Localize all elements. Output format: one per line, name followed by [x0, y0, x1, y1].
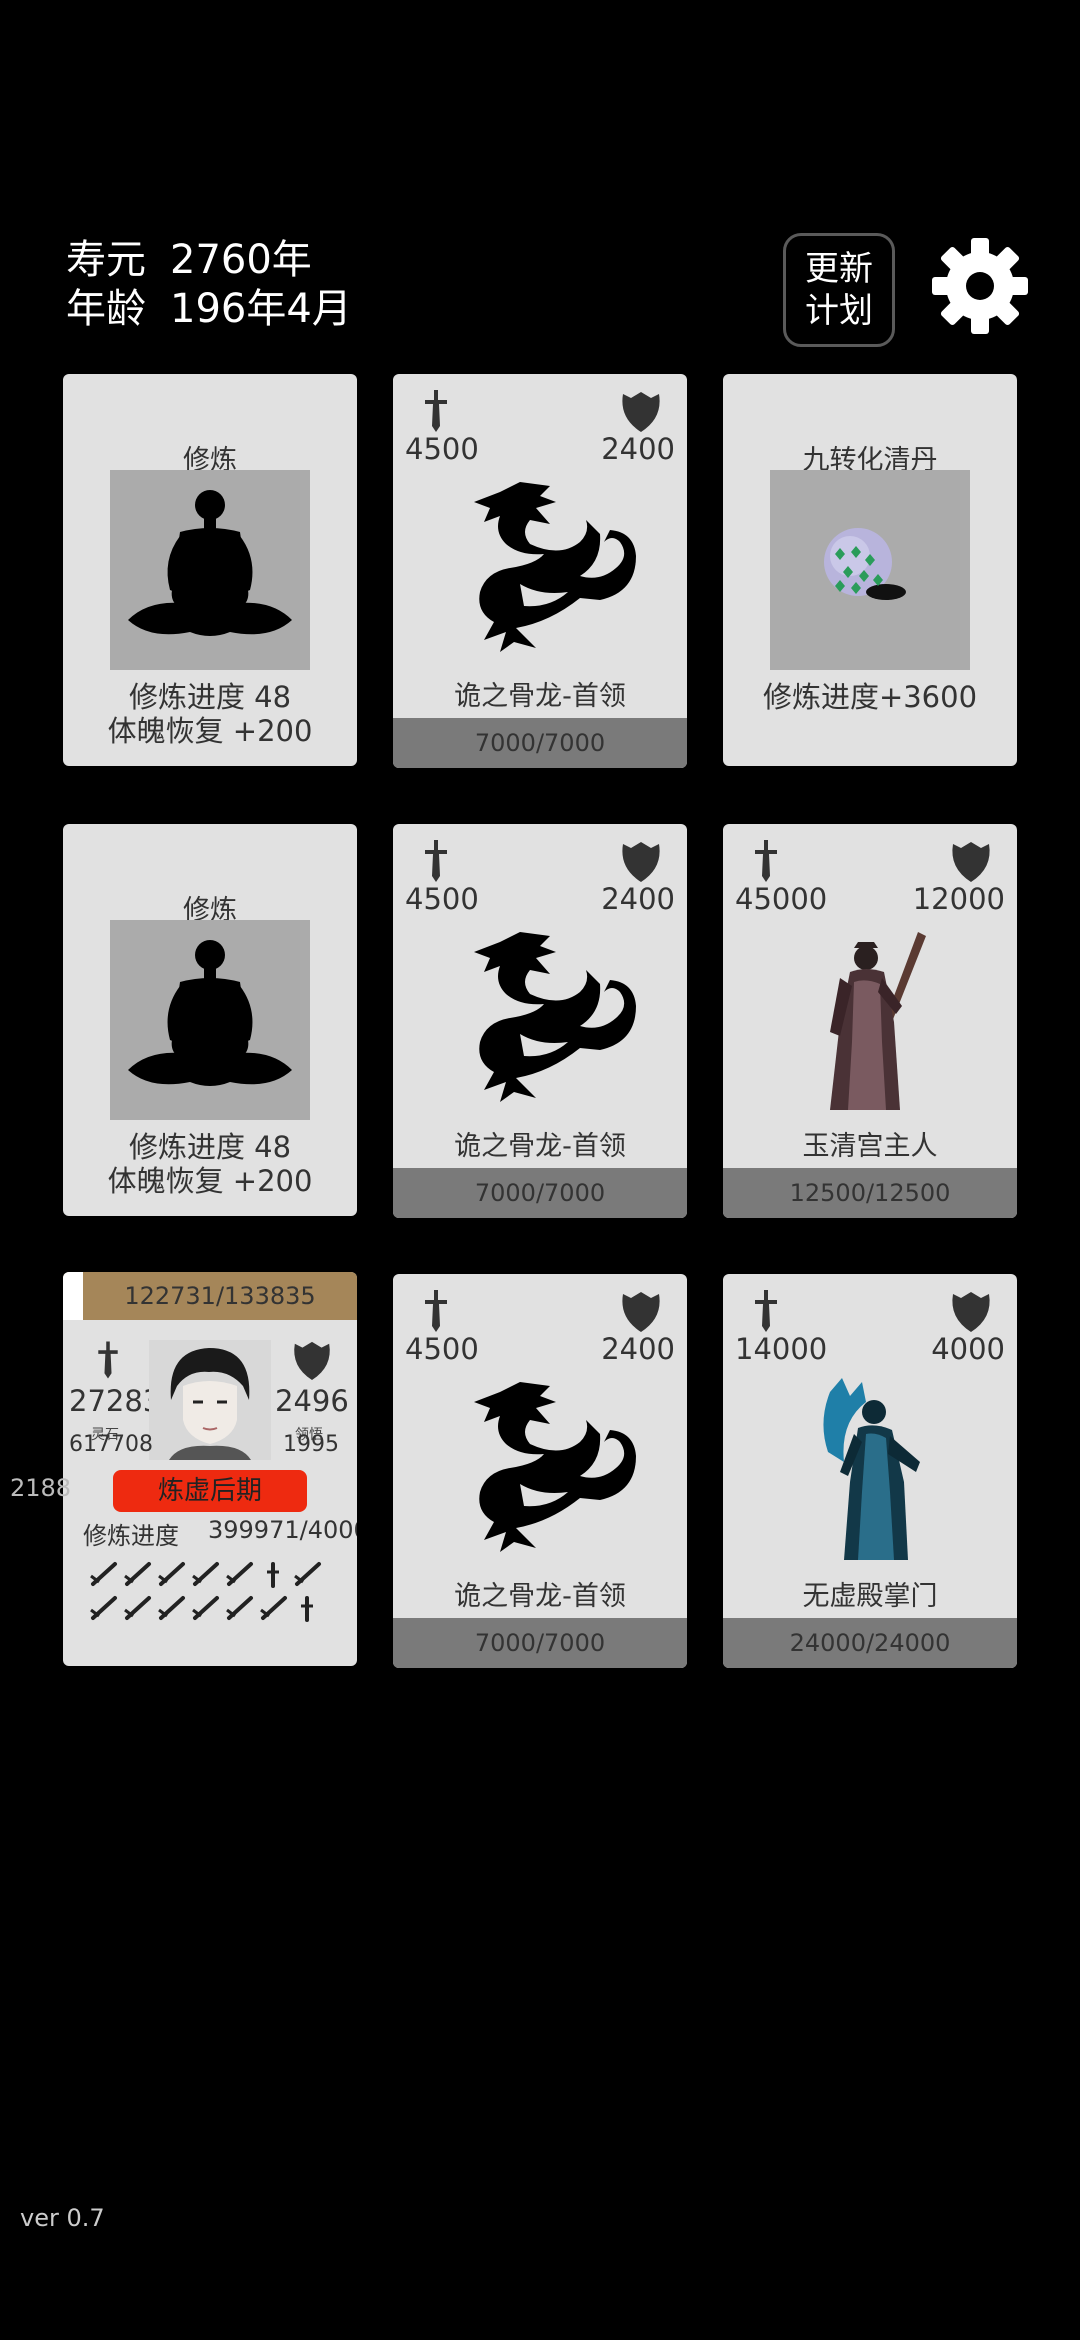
sword-icon: [425, 1290, 447, 1332]
robed-master-icon: [823, 1378, 920, 1560]
enemy-card-bone-dragon-3[interactable]: 4500 2400 诡之骨龙-首领 7000/7000: [393, 1274, 687, 1668]
player-attack: 27283: [69, 1384, 162, 1418]
side-counter: 2188: [10, 1474, 72, 1502]
lifespan-label: 寿元: [66, 237, 146, 283]
meditation-icon: [110, 470, 310, 670]
enemy-hp-bar: 7000/7000: [393, 718, 687, 768]
sword-icon: [425, 390, 447, 432]
dragon-icon: [474, 482, 636, 652]
spirit-stone-value: 617708: [69, 1432, 153, 1457]
enemy-name: 无虚殿掌门: [802, 1581, 938, 1612]
enemy-card-bone-dragon-2[interactable]: 4500 2400 诡之骨龙-首领 7000/7000: [393, 824, 687, 1218]
cultivate-card-1[interactable]: 修炼 修炼进度 48 体魄恢复 +200: [63, 374, 357, 766]
attack-value: 45000: [735, 882, 828, 916]
update-plan-button[interactable]: 更新计划: [783, 233, 895, 347]
enemy-card-yuqing-master[interactable]: 45000 12000 玉清宫主人 12500/12500: [723, 824, 1017, 1218]
player-avatar: [149, 1340, 271, 1460]
robed-master-icon: [830, 932, 926, 1110]
enemy-card-bone-dragon-1[interactable]: 4500 2400 诡之骨龙-首领 7000/7000: [393, 374, 687, 768]
lifespan-row: 寿元 2760年: [66, 236, 336, 284]
cultivate-progress-value: 399971/400000: [208, 1516, 357, 1544]
defense-value: 2400: [601, 882, 675, 916]
realm-badge[interactable]: 炼虚后期: [113, 1470, 307, 1512]
body-recovery: 体魄恢复 +200: [107, 714, 313, 748]
shield-icon: [622, 392, 660, 432]
player-card[interactable]: 122731/133835 27283 2496 灵石 领悟 617708 19…: [63, 1272, 357, 1666]
meditation-icon: [110, 920, 310, 1120]
enemy-hp-bar: 7000/7000: [393, 1168, 687, 1218]
enemy-name: 诡之骨龙-首领: [454, 681, 626, 712]
attack-value: 14000: [735, 1332, 828, 1366]
shield-icon: [952, 842, 990, 882]
enemy-name: 诡之骨龙-首领: [454, 1131, 626, 1162]
enemy-card-wuxu-master[interactable]: 14000 4000 无虚殿掌门 24000/24000: [723, 1274, 1017, 1668]
update-plan-label: 更新计划: [805, 249, 873, 331]
shield-icon: [622, 1292, 660, 1332]
pill-icon: [770, 470, 970, 670]
attack-value: 4500: [405, 432, 479, 466]
sword-icon: [98, 1341, 118, 1379]
defense-value: 2400: [601, 432, 675, 466]
sword-icon: [425, 840, 447, 882]
shield-icon: [622, 842, 660, 882]
enemy-hp-bar: 12500/12500: [723, 1168, 1017, 1218]
age-label: 年龄: [66, 286, 146, 332]
player-defense: 2496: [275, 1384, 349, 1418]
shield-icon: [952, 1292, 990, 1332]
enemy-hp-bar: 7000/7000: [393, 1618, 687, 1668]
xp-value: 122731/133835: [124, 1282, 316, 1310]
lifespan-value: 2760年: [170, 237, 312, 283]
body-recovery: 体魄恢复 +200: [107, 1164, 313, 1198]
dragon-icon: [474, 932, 636, 1102]
age-value: 196年4月: [170, 286, 352, 332]
gear-icon[interactable]: [930, 236, 1030, 336]
pill-effect: 修炼进度+3600: [762, 680, 978, 714]
version-label: ver 0.7: [20, 2204, 105, 2232]
defense-value: 2400: [601, 1332, 675, 1366]
defense-value: 4000: [931, 1332, 1005, 1366]
insight-value: 1995: [283, 1432, 339, 1457]
attack-value: 4500: [405, 882, 479, 916]
attack-value: 4500: [405, 1332, 479, 1366]
enemy-name: 玉清宫主人: [802, 1131, 938, 1162]
age-row: 年龄 196年4月: [66, 285, 376, 333]
xp-bar-empty: [63, 1272, 83, 1320]
enemy-hp-bar: 24000/24000: [723, 1618, 1017, 1668]
pill-card[interactable]: 九转化清丹 修炼进度+3600: [723, 374, 1017, 766]
sword-count-icons: [90, 1562, 321, 1622]
cultivate-card-2[interactable]: 修炼 修炼进度 48 体魄恢复 +200: [63, 824, 357, 1216]
enemy-name: 诡之骨龙-首领: [454, 1581, 626, 1612]
cultivate-progress-label: 修炼进度: [83, 1522, 179, 1550]
defense-value: 12000: [912, 882, 1005, 916]
dragon-icon: [474, 1382, 636, 1552]
sword-icon: [755, 840, 777, 882]
shield-icon: [294, 1341, 330, 1381]
sword-icon: [755, 1290, 777, 1332]
